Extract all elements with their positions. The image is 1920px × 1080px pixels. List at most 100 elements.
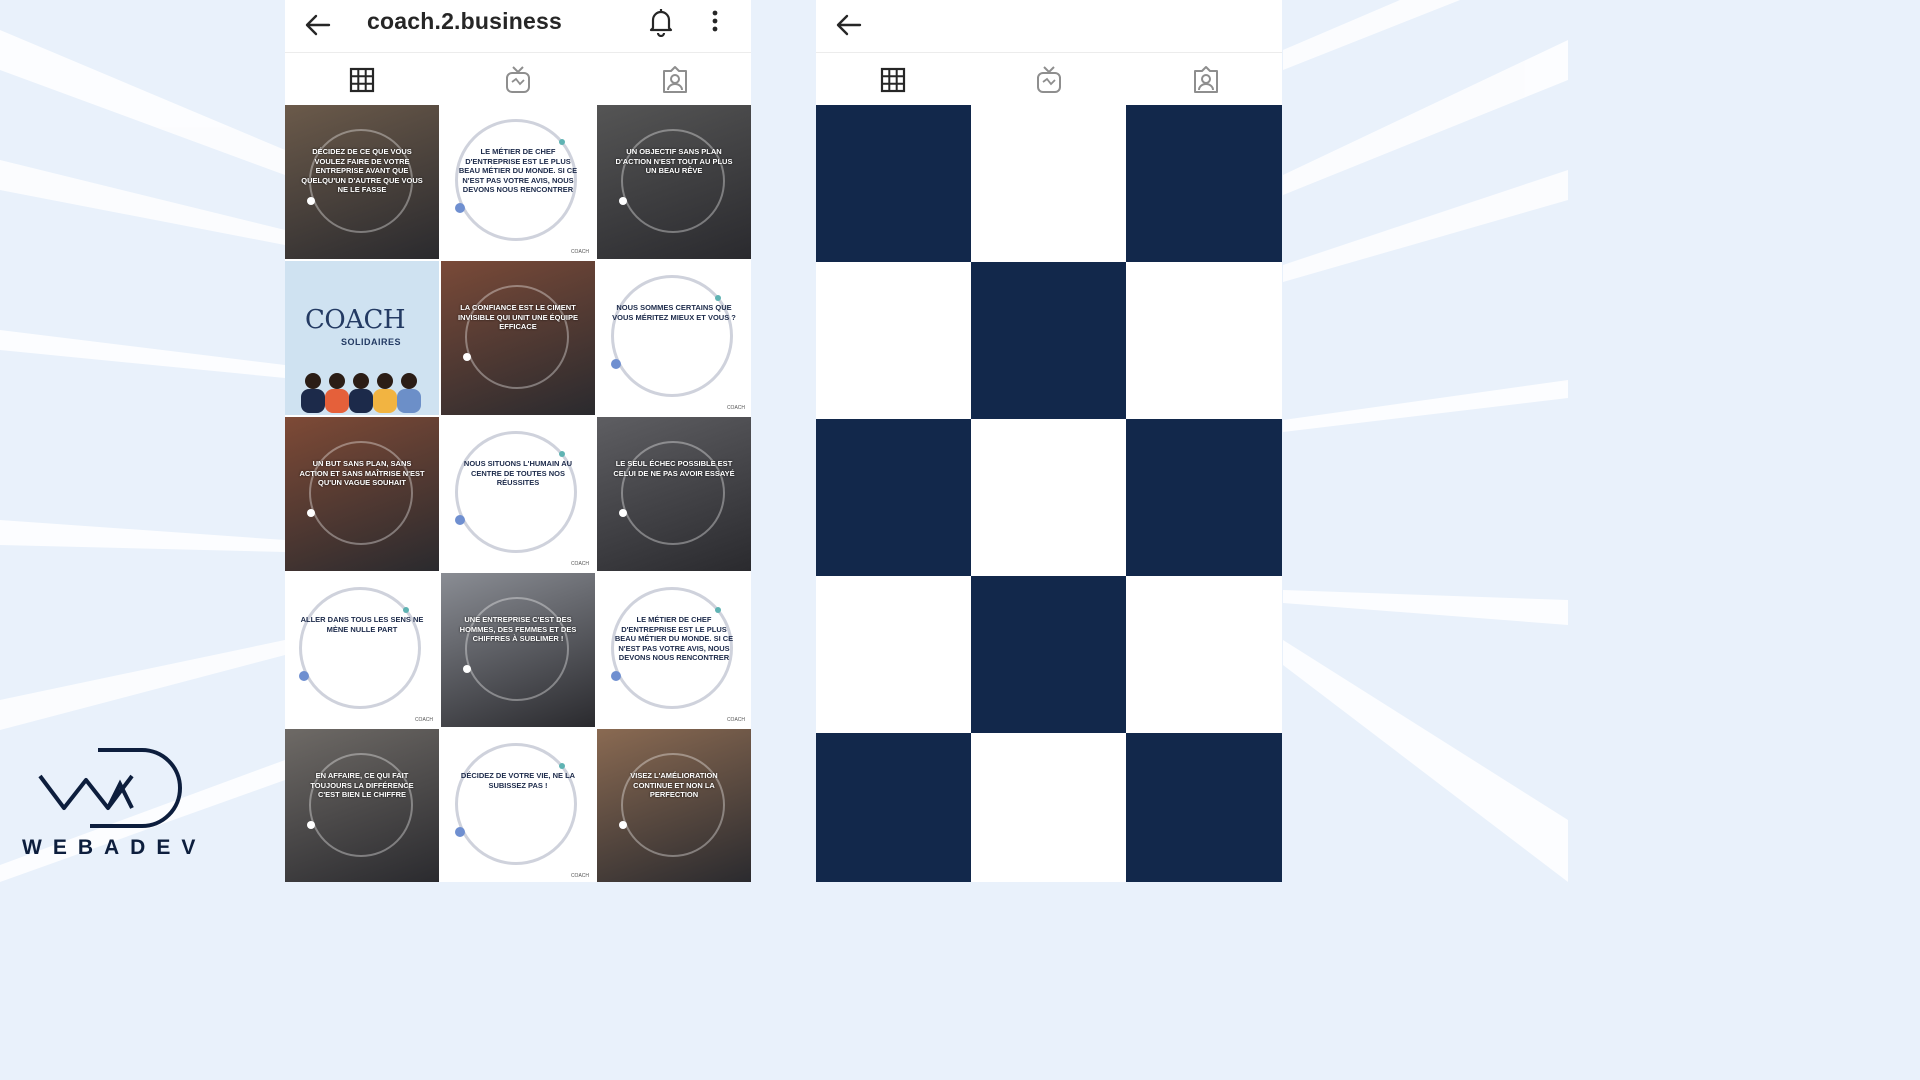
post-caption-text: En affaire, ce qui fait toujours la diff… bbox=[310, 771, 414, 799]
background-rays bbox=[0, 0, 1568, 882]
post-thumbnail[interactable]: En affaire, ce qui fait toujours la diff… bbox=[285, 729, 439, 882]
preview-tabs bbox=[816, 53, 1282, 106]
post-ring-decoration bbox=[309, 753, 413, 857]
post-caption-text: Un but sans plan, sans action et sans ma… bbox=[299, 459, 425, 487]
grid-icon[interactable] bbox=[346, 64, 378, 96]
post-dot-decoration bbox=[619, 509, 627, 517]
post-dot-decoration bbox=[455, 515, 465, 525]
post-dot-decoration bbox=[559, 763, 565, 769]
post-thumbnail[interactable]: Le métier de chef d'entreprise est le pl… bbox=[597, 573, 751, 727]
post-dot-decoration bbox=[715, 295, 721, 301]
checker-cell-white[interactable] bbox=[971, 419, 1126, 576]
post-watermark: COACH bbox=[570, 249, 589, 255]
post-dot-decoration bbox=[463, 665, 471, 673]
checker-cell-white[interactable] bbox=[1126, 262, 1282, 419]
post-ring-decoration bbox=[465, 597, 569, 701]
post-dot-decoration bbox=[715, 607, 721, 613]
post-quote-text: Nous situons l'humain au centre de toute… bbox=[463, 459, 573, 487]
tagged-icon[interactable] bbox=[1190, 64, 1222, 96]
tagged-icon[interactable] bbox=[659, 64, 691, 96]
checker-cell-navy[interactable] bbox=[816, 105, 971, 262]
checker-cell-white[interactable] bbox=[816, 262, 971, 419]
post-dot-decoration bbox=[307, 197, 315, 205]
post-ring-decoration bbox=[465, 285, 569, 389]
post-ring-decoration bbox=[621, 753, 725, 857]
post-thumbnail[interactable]: Décidez de votre vie, ne la subissez pas… bbox=[441, 729, 595, 882]
post-quote-text: Décidez de votre vie, ne la subissez pas… bbox=[460, 771, 576, 790]
post-ring-decoration bbox=[611, 275, 733, 397]
preview-header bbox=[816, 0, 1282, 53]
post-thumbnail[interactable]: Décidez de ce que vous voulez faire de v… bbox=[285, 105, 439, 259]
post-thumbnail[interactable]: Un but sans plan, sans action et sans ma… bbox=[285, 417, 439, 571]
igtv-icon[interactable] bbox=[1033, 64, 1065, 96]
profile-username: coach.2.business bbox=[367, 8, 562, 34]
post-caption-text: Un objectif sans plan d'action n'est tou… bbox=[615, 147, 733, 175]
post-dot-decoration bbox=[307, 509, 315, 517]
checker-cell-navy[interactable] bbox=[1126, 419, 1282, 576]
post-watermark: COACH bbox=[570, 561, 589, 567]
arrow-left-icon[interactable] bbox=[834, 10, 864, 40]
profile-header: coach.2.business bbox=[285, 0, 751, 53]
post-quote-text: Aller dans tous les sens ne mène nulle p… bbox=[300, 615, 424, 634]
post-thumbnail[interactable]: COACH SOLIDAIRES bbox=[285, 261, 439, 415]
grid-preview-screen bbox=[816, 0, 1282, 882]
post-dot-decoration bbox=[463, 353, 471, 361]
post-caption-text: Visez l'amélioration continue et non la … bbox=[630, 771, 718, 799]
profile-tabs bbox=[285, 53, 751, 106]
post-caption-text: La confiance est le ciment invisible qui… bbox=[457, 303, 578, 331]
post-ring-decoration bbox=[309, 441, 413, 545]
post-dot-decoration bbox=[299, 671, 309, 681]
people-illustration-icon bbox=[301, 373, 421, 413]
post-caption-text: Le seul échec possible est celui de ne p… bbox=[613, 459, 735, 478]
checker-cell-white[interactable] bbox=[971, 105, 1126, 262]
post-dot-decoration bbox=[619, 197, 627, 205]
checker-cell-navy[interactable] bbox=[971, 262, 1126, 419]
post-ring-decoration bbox=[455, 743, 577, 865]
post-ring-decoration bbox=[299, 587, 421, 709]
post-dot-decoration bbox=[559, 139, 565, 145]
post-watermark: COACH bbox=[726, 717, 745, 723]
post-watermark: COACH bbox=[726, 405, 745, 411]
post-dot-decoration bbox=[611, 671, 621, 681]
post-thumbnail[interactable]: Le métier de chef d'entreprise est le pl… bbox=[441, 105, 595, 259]
post-dot-decoration bbox=[619, 821, 627, 829]
coach-logo-subtitle: SOLIDAIRES bbox=[341, 337, 402, 347]
post-quote-text: Le métier de chef d'entreprise est le pl… bbox=[458, 147, 578, 194]
checker-cell-navy[interactable] bbox=[1126, 733, 1282, 882]
checker-cell-navy[interactable] bbox=[816, 419, 971, 576]
bell-icon[interactable] bbox=[647, 7, 675, 37]
post-dot-decoration bbox=[559, 451, 565, 457]
post-quote-text: Le métier de chef d'entreprise est le pl… bbox=[614, 615, 734, 662]
more-vertical-icon[interactable] bbox=[705, 9, 725, 35]
post-thumbnail[interactable]: La confiance est le ciment invisible qui… bbox=[441, 261, 595, 415]
post-thumbnail[interactable]: Nous sommes certains que vous méritez mi… bbox=[597, 261, 751, 415]
instagram-profile-screen: coach.2.business Déc bbox=[285, 0, 751, 882]
post-thumbnail[interactable]: Visez l'amélioration continue et non la … bbox=[597, 729, 751, 882]
igtv-icon[interactable] bbox=[502, 64, 534, 96]
checker-cell-navy[interactable] bbox=[816, 733, 971, 882]
checker-cell-white[interactable] bbox=[816, 576, 971, 733]
post-dot-decoration bbox=[455, 203, 465, 213]
post-ring-decoration bbox=[455, 431, 577, 553]
checker-cell-white[interactable] bbox=[971, 733, 1126, 882]
post-dot-decoration bbox=[611, 359, 621, 369]
arrow-left-icon[interactable] bbox=[303, 10, 333, 40]
checker-cell-navy[interactable] bbox=[971, 576, 1126, 733]
post-thumbnail[interactable]: Une entreprise c'est des hommes, des fem… bbox=[441, 573, 595, 727]
coach-logo-text: COACH bbox=[305, 305, 406, 335]
post-caption-text: Une entreprise c'est des hommes, des fem… bbox=[459, 615, 577, 643]
post-caption-text: Décidez de ce que vous voulez faire de v… bbox=[301, 147, 423, 194]
post-ring-decoration bbox=[621, 129, 725, 233]
post-watermark: COACH bbox=[414, 717, 433, 723]
checker-cell-white[interactable] bbox=[1126, 576, 1282, 733]
post-dot-decoration bbox=[307, 821, 315, 829]
post-dot-decoration bbox=[455, 827, 465, 837]
post-dot-decoration bbox=[403, 607, 409, 613]
grid-icon[interactable] bbox=[877, 64, 909, 96]
post-thumbnail[interactable]: Le seul échec possible est celui de ne p… bbox=[597, 417, 751, 571]
post-thumbnail[interactable]: Nous situons l'humain au centre de toute… bbox=[441, 417, 595, 571]
post-thumbnail[interactable]: Un objectif sans plan d'action n'est tou… bbox=[597, 105, 751, 259]
brand-name: WEBADEV bbox=[22, 836, 207, 859]
checker-cell-navy[interactable] bbox=[1126, 105, 1282, 262]
post-thumbnail[interactable]: Aller dans tous les sens ne mène nulle p… bbox=[285, 573, 439, 727]
